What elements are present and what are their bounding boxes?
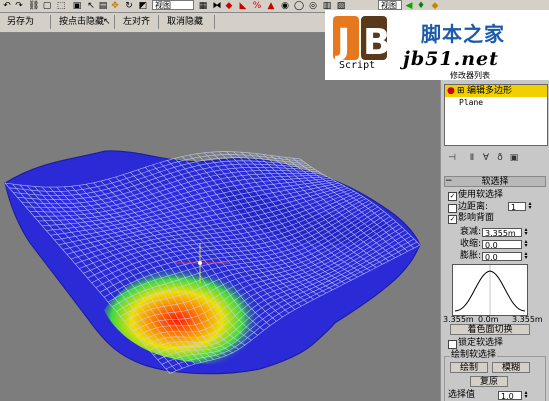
mirror-icon[interactable]: ⧓: [212, 1, 222, 11]
modifier-stack: ● ⊞ 编辑多边形 Plane: [444, 84, 548, 146]
select-arrow-icon[interactable]: ↖: [86, 1, 96, 11]
soft-selection-mesh: [4, 150, 421, 375]
affect-backfacing-label: 影响背面: [458, 213, 495, 223]
ribbon-divider: [50, 15, 51, 29]
falloff-label: 衰减:: [460, 227, 482, 237]
rotate-icon[interactable]: ↻: [124, 1, 134, 11]
revert-button[interactable]: 复原: [470, 376, 508, 387]
window-crossing-icon[interactable]: ▣: [72, 1, 82, 11]
jb-logo-mark-icon: J B: [333, 16, 389, 63]
modifier-list-label[interactable]: 修改器列表: [450, 70, 549, 82]
logo-chinese-text: 脚本之家: [421, 22, 505, 46]
select-icon[interactable]: ▢: [42, 1, 52, 11]
scale-icon[interactable]: ◩: [138, 1, 148, 11]
soft-selection-rollout-header[interactable]: 软选择: [444, 176, 546, 187]
selection-value-field[interactable]: 1.0: [498, 391, 522, 401]
falloff-spinner-icon[interactable]: ▴ ▾: [523, 227, 529, 237]
perspective-viewport[interactable]: [0, 33, 440, 401]
stack-item-edit-poly[interactable]: ● ⊞ 编辑多边形: [445, 85, 547, 97]
save-as-button[interactable]: 另存为: [4, 15, 37, 29]
affect-backfacing-checkbox[interactable]: ✓: [448, 215, 457, 224]
falloff-curve-graph: [452, 264, 528, 316]
lock-soft-selection-checkbox[interactable]: [448, 340, 457, 349]
shaded-face-toggle-button[interactable]: 着色面切换: [450, 324, 530, 335]
expand-icon[interactable]: ⊞: [457, 85, 465, 97]
select-region-icon[interactable]: ⬚: [56, 1, 66, 11]
angle-snap-icon[interactable]: ◣: [238, 1, 248, 11]
link-icon[interactable]: ⛓: [28, 1, 39, 11]
blur-button[interactable]: 模糊: [492, 362, 530, 373]
lightbulb-icon[interactable]: ●: [447, 85, 455, 97]
bubble-label: 膨胀:: [460, 251, 482, 261]
select-by-name-icon[interactable]: ▤: [98, 1, 108, 11]
align-left-button[interactable]: 左对齐: [120, 15, 153, 29]
bubble-spinner-icon[interactable]: ▴ ▾: [523, 251, 529, 261]
logo-script-text: Script: [339, 60, 376, 71]
layer-icon[interactable]: ◎: [308, 1, 318, 11]
pinch-spinner-icon[interactable]: ▴ ▾: [523, 239, 529, 249]
move-icon[interactable]: ✥: [110, 1, 120, 11]
bubble-field[interactable]: 0.0: [482, 252, 522, 262]
undo-icon[interactable]: ↶: [2, 1, 12, 11]
ribbon-divider: [158, 15, 159, 29]
lock-soft-selection-label: 锁定软选择: [458, 338, 504, 348]
redo-icon[interactable]: ↷: [14, 1, 24, 11]
ribbon-divider: [214, 15, 215, 29]
3dsmax-window: ↶ ↷ ⛓ ▢ ⬚ ▣ ↖ ▤ ✥ ↻ ◩ 视图 ▦ ⧓ ◆ ◣ % ▲ ◉ ◯…: [0, 0, 549, 401]
svg-text:J: J: [334, 22, 350, 63]
spinner-snap-icon[interactable]: ▲: [266, 1, 276, 11]
view-select[interactable]: 视图: [378, 0, 402, 10]
pinch-field[interactable]: 0.0: [482, 240, 522, 250]
edge-distance-label: 边距离:: [458, 202, 489, 212]
stack-item-label: 编辑多边形: [467, 86, 513, 96]
snap-icon[interactable]: ◆: [224, 1, 234, 11]
selection-value-spinner-icon[interactable]: ▴ ▾: [523, 390, 529, 400]
edge-distance-field[interactable]: 1: [508, 202, 526, 212]
svg-text:B: B: [363, 22, 389, 63]
edge-distance-checkbox[interactable]: [448, 204, 457, 213]
collapse-icon[interactable]: −: [445, 176, 453, 187]
named-selection-icon[interactable]: ◉: [280, 1, 290, 11]
stack-item-plane[interactable]: Plane: [445, 97, 547, 109]
align-icon[interactable]: ◯: [294, 1, 304, 11]
pin-stack-icon[interactable]: ⊣: [446, 152, 458, 164]
use-soft-selection-label: 使用软选择: [458, 190, 504, 200]
falloff-curve-icon: [454, 265, 526, 315]
falloff-field[interactable]: 3.355m: [482, 228, 522, 238]
pivot-icon[interactable]: ▦: [198, 1, 208, 11]
pinch-label: 收缩:: [460, 239, 482, 249]
remove-modifier-icon[interactable]: ð: [494, 152, 506, 164]
show-end-result-icon[interactable]: Ⅱ: [466, 152, 478, 164]
stack-item-label: Plane: [459, 98, 484, 107]
ribbon-divider: [114, 15, 115, 29]
paint-button[interactable]: 绘制: [450, 362, 488, 373]
reference-coord-select[interactable]: 视图: [152, 0, 194, 10]
logo-domain-text: jb51.net: [403, 48, 499, 70]
make-unique-icon[interactable]: ∀: [480, 152, 492, 164]
edge-distance-spinner-icon[interactable]: ▴ ▾: [527, 201, 533, 211]
configure-sets-icon[interactable]: ▣: [508, 152, 520, 164]
use-soft-selection-checkbox[interactable]: ✓: [448, 192, 457, 201]
percent-snap-icon[interactable]: %: [252, 1, 262, 11]
pointer-arrow-icon[interactable]: ↖: [100, 15, 114, 29]
selection-value-label: 选择值: [448, 390, 476, 400]
unhide-button[interactable]: 取消隐藏: [164, 15, 206, 29]
paint-soft-selection-label: 绘制软选择: [450, 350, 498, 361]
